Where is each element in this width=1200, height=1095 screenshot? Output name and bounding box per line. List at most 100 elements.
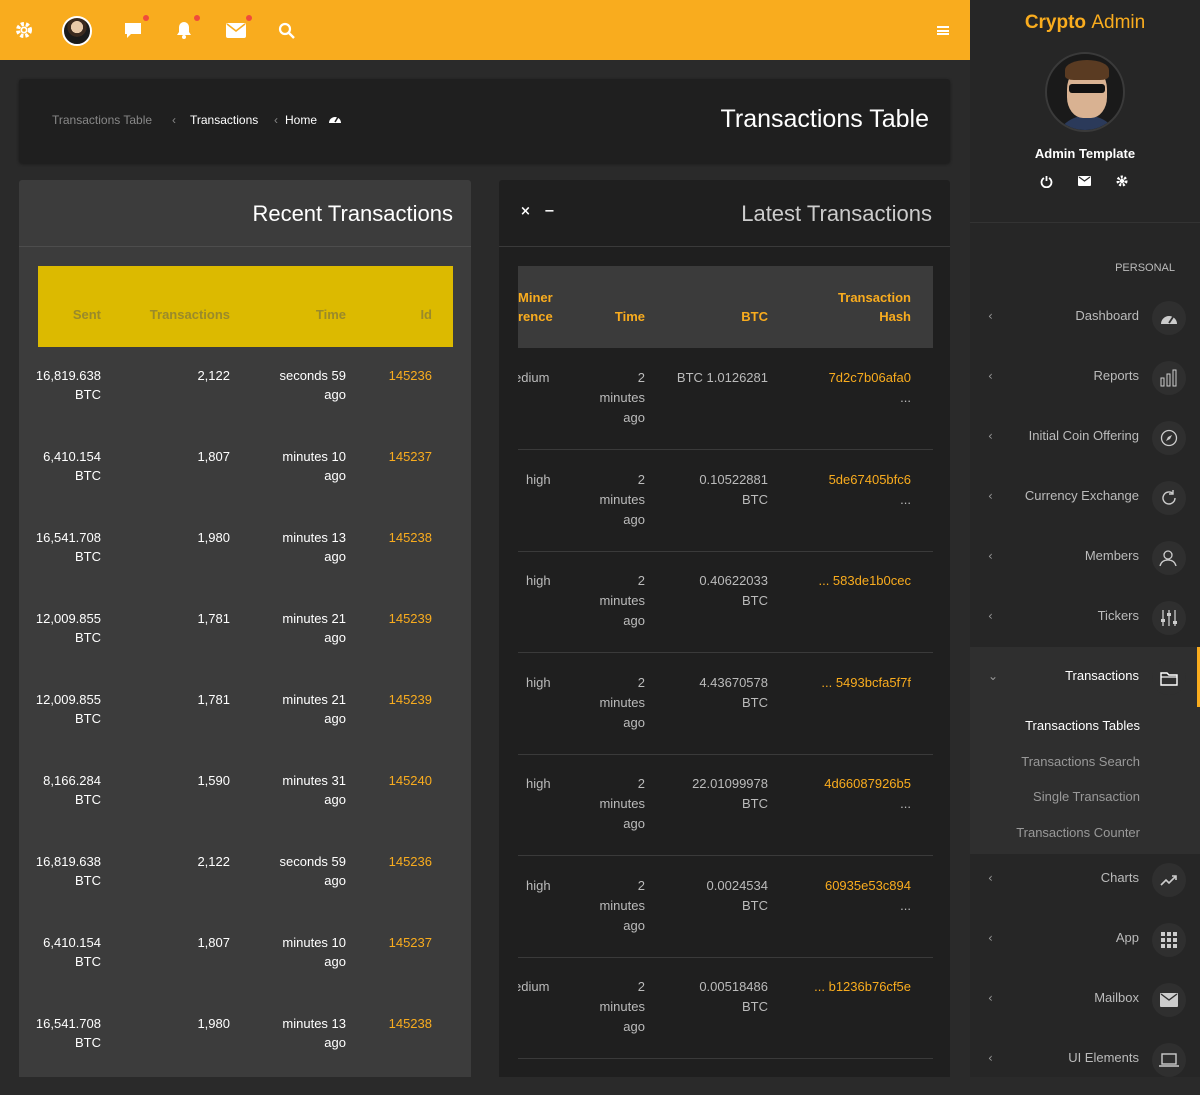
- breadcrumb-item-home[interactable]: Home: [285, 113, 317, 127]
- cell-transactions: 1,590: [197, 773, 230, 788]
- submenu-item-single-transaction[interactable]: Single Transaction: [1033, 789, 1140, 804]
- cell-sent: 16,541.708 BTC: [35, 1016, 101, 1050]
- brand-logo[interactable]: Crypto Admin: [970, 12, 1200, 34]
- cell-id[interactable]: 145239: [389, 609, 432, 628]
- cell-id[interactable]: 145236: [389, 366, 432, 385]
- sidebar-item-label: Transactions: [1065, 668, 1139, 683]
- cell-miner: high: [526, 776, 551, 791]
- column-header-btc[interactable]: BTC: [741, 307, 768, 326]
- cell-transactions: 1,980: [197, 530, 230, 545]
- table-row: high 2 minutes ago 0.10522881 BTC 5de67405bfc6…: [518, 450, 933, 552]
- cell-sent: 12,009.855 BTC: [35, 611, 101, 645]
- table-row: edium 2minutesago 0.00518486BTC ... b1236b7…: [518, 957, 933, 1059]
- search-icon[interactable]: [274, 18, 298, 42]
- close-icon[interactable]: ×: [520, 204, 531, 219]
- cell-transactions: 2,122: [197, 854, 230, 869]
- hamburger-icon[interactable]: [937, 26, 949, 35]
- chevron-left-icon: ‹: [988, 991, 993, 1005]
- cell-sent: 16,819.638 BTC: [35, 854, 101, 888]
- avatar[interactable]: [62, 16, 92, 46]
- section-label: PERSONAL: [1115, 262, 1175, 274]
- sidebar-item-initial-coin-offering[interactable]: ‹ Initial Coin Offering: [970, 407, 1200, 467]
- sidebar-item-ui-elements[interactable]: ‹ UI Elements: [970, 1029, 1200, 1089]
- sidebar-item-label: Tickers: [1097, 608, 1139, 623]
- power-icon[interactable]: [1039, 175, 1053, 189]
- table-row: 12,009.855 BTC 1,781 minutes 21 ago 145239: [35, 609, 453, 690]
- sidebar-item-label: UI Elements: [1068, 1050, 1139, 1065]
- bar-chart-icon: [1152, 361, 1186, 395]
- cell-hash[interactable]: 4d66087926b5...: [824, 774, 911, 814]
- column-header-id[interactable]: Id: [420, 307, 432, 322]
- sidebar-item-tickers[interactable]: ‹ Tickers: [970, 587, 1200, 647]
- cell-miner: edium: [518, 370, 550, 385]
- table-row: edium 2minutesago BTC 1.0126281 7d2c7b06afa…: [518, 348, 933, 450]
- column-header-hash[interactable]: Transaction Hash: [838, 288, 911, 326]
- table-row: 6,410.154 BTC 1,807 minutes 10 ago 145237: [38, 447, 453, 528]
- cell-time: 2 minutes ago: [599, 471, 645, 527]
- column-header-transactions[interactable]: Transactions: [150, 307, 230, 322]
- cell-hash[interactable]: 5de67405bfc6...: [829, 470, 911, 510]
- submenu-item-transactions-tables[interactable]: Transactions Tables: [1025, 718, 1140, 733]
- cell-id[interactable]: 145237: [389, 933, 432, 952]
- laptop-icon: [1152, 1043, 1186, 1077]
- chevron-left-icon: ‹: [988, 309, 993, 323]
- gear-icon[interactable]: [1115, 175, 1129, 189]
- cell-time: 2 minutes ago: [599, 877, 645, 933]
- chevron-left-icon: ‹: [988, 489, 993, 503]
- column-header-miner[interactable]: Miner rence: [518, 288, 553, 326]
- cell-hash[interactable]: 7d2c7b06afa0...: [829, 368, 911, 408]
- sidebar-item-reports[interactable]: ‹ Reports: [970, 347, 1200, 407]
- breadcrumb: Transactions Table ‹ Transactions ‹ Home…: [19, 79, 950, 163]
- sidebar-item-currency-exchange[interactable]: ‹ Currency Exchange: [970, 467, 1200, 527]
- cell-hash[interactable]: ... 583de1b0cec: [818, 571, 911, 591]
- cell-id[interactable]: 145238: [389, 1014, 432, 1033]
- cell-sent: 16,541.708 BTC: [35, 530, 101, 564]
- cell-id[interactable]: 145240: [389, 771, 432, 790]
- sidebar-item-dashboard[interactable]: ‹ Dashboard: [970, 287, 1200, 347]
- cell-id[interactable]: 145237: [389, 447, 432, 466]
- profile-avatar[interactable]: [1045, 52, 1125, 132]
- chevron-left-icon: ‹: [988, 549, 993, 563]
- cell-time: minutes 10 ago: [282, 449, 346, 483]
- chat-icon[interactable]: [121, 15, 149, 42]
- table-header: Miner rence Time BTC Transaction Hash: [518, 266, 933, 348]
- bell-icon[interactable]: [172, 15, 200, 42]
- profile-name[interactable]: Admin Template: [970, 146, 1200, 161]
- sidebar-item-mailbox[interactable]: ‹ Mailbox: [970, 969, 1200, 1029]
- table-row: 6,410.154 BTC 1,807 minutes 10 ago 145237: [38, 933, 453, 1014]
- card-title: Recent Transactions: [252, 201, 453, 226]
- cell-time: 2 minutes ago: [599, 674, 645, 730]
- chevron-left-icon: ‹: [274, 113, 278, 127]
- cell-id[interactable]: 145239: [389, 690, 432, 709]
- breadcrumb-item-transactions[interactable]: Transactions: [190, 113, 258, 127]
- cell-hash[interactable]: ... b1236b76cf5e: [814, 977, 911, 997]
- chevron-left-icon: ‹: [988, 871, 993, 885]
- sidebar-item-members[interactable]: ‹ Members: [970, 527, 1200, 587]
- mail-icon[interactable]: [224, 15, 252, 42]
- cell-btc: 0.40622033 BTC: [699, 573, 768, 608]
- minimize-icon[interactable]: −: [544, 204, 555, 219]
- sidebar-item-transactions[interactable]: ⌄ Transactions: [970, 647, 1200, 707]
- column-header-time[interactable]: Time: [316, 307, 346, 322]
- latest-transactions-card: × − Latest Transactions Miner rence Time …: [499, 180, 950, 1077]
- cell-hash[interactable]: 60935e53c894...: [825, 876, 911, 916]
- column-header-sent[interactable]: Sent: [73, 307, 101, 322]
- cell-miner: high: [526, 573, 551, 588]
- cell-hash[interactable]: ... 5493bcfa5f7f: [821, 673, 911, 693]
- column-header-time[interactable]: Time: [615, 307, 645, 326]
- submenu-item-transactions-search[interactable]: Transactions Search: [1021, 754, 1140, 769]
- sidebar-item-app[interactable]: ‹ App: [970, 909, 1200, 969]
- table-row: high 2 minutes ago 0.0024534 BTC 60935e53c894.…: [518, 856, 933, 958]
- gear-icon[interactable]: [12, 18, 36, 42]
- card-header: × − Latest Transactions: [499, 180, 950, 247]
- sidebar-item-label: Reports: [1093, 368, 1139, 383]
- mail-icon[interactable]: [1077, 175, 1091, 189]
- cell-id[interactable]: 145236: [389, 852, 432, 871]
- recent-transactions-card: Recent Transactions Sent Transactions Ti…: [19, 180, 471, 1077]
- sidebar-item-charts[interactable]: ‹ Charts: [970, 849, 1200, 909]
- submenu-item-transactions-counter[interactable]: Transactions Counter: [1016, 825, 1140, 840]
- cell-id[interactable]: 145238: [389, 528, 432, 547]
- refresh-icon: [1152, 481, 1186, 515]
- cell-transactions: 1,807: [197, 449, 230, 464]
- table-header: Sent Transactions Time Id: [38, 266, 453, 347]
